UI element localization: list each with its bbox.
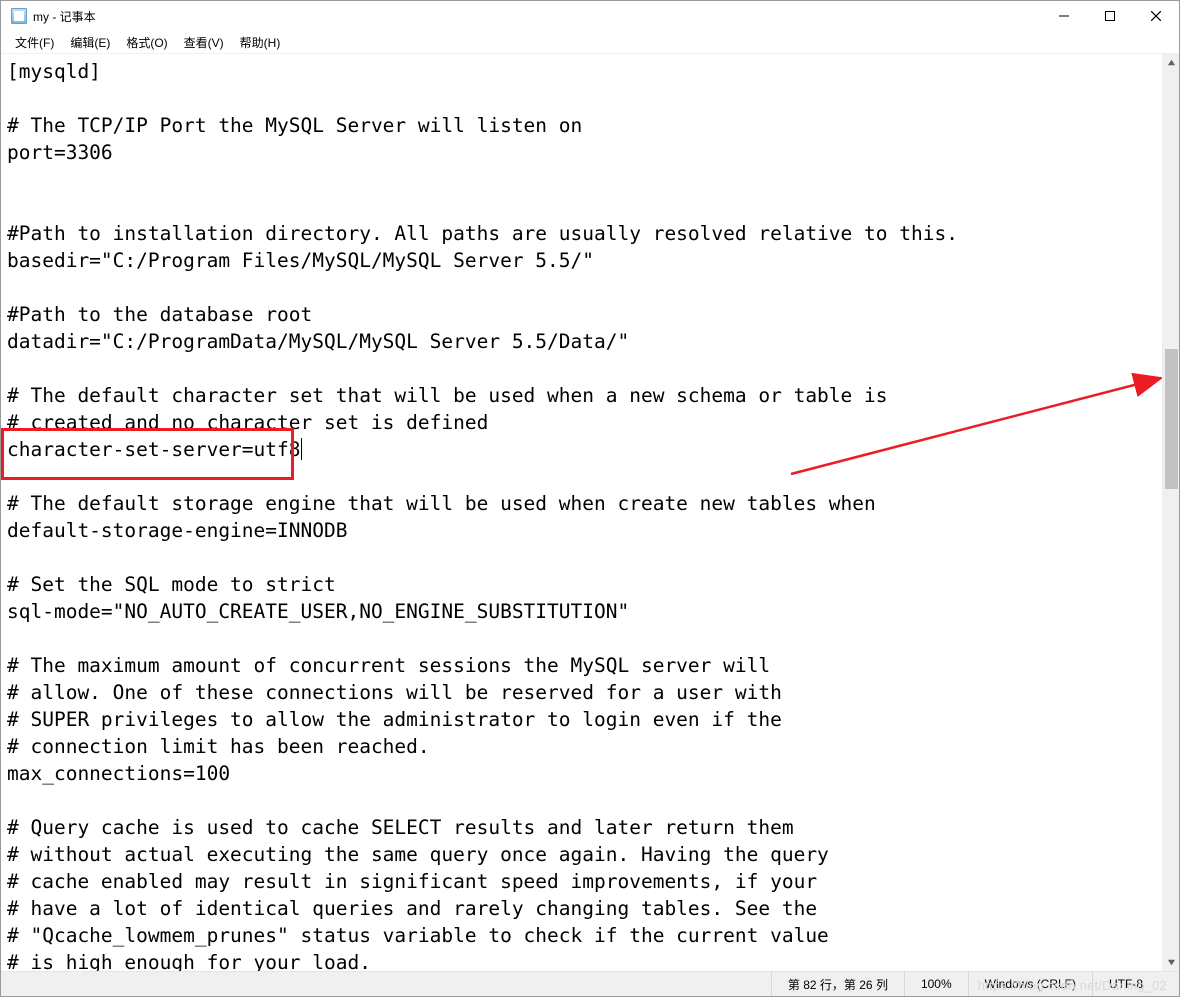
close-button[interactable] [1133, 1, 1179, 31]
window-title: my - 记事本 [33, 8, 96, 25]
scroll-down-button[interactable] [1163, 954, 1179, 971]
window-controls [1041, 1, 1179, 31]
menu-bar: 文件(F) 编辑(E) 格式(O) 查看(V) 帮助(H) [1, 31, 1179, 53]
menu-edit[interactable]: 编辑(E) [62, 32, 118, 53]
menu-format[interactable]: 格式(O) [118, 32, 175, 53]
watermark-text: https://blog.csdn.net/Darling_02 [978, 978, 1167, 993]
text-caret [301, 438, 302, 460]
menu-help[interactable]: 帮助(H) [232, 32, 289, 53]
minimize-button[interactable] [1041, 1, 1087, 31]
status-spacer [1, 972, 772, 996]
scrollbar-thumb[interactable] [1165, 349, 1178, 489]
vertical-scrollbar[interactable] [1162, 54, 1179, 971]
status-zoom: 100% [905, 972, 969, 996]
scroll-up-button[interactable] [1163, 54, 1179, 71]
content-area: [mysqld] # The TCP/IP Port the MySQL Ser… [1, 53, 1179, 971]
notepad-window: my - 记事本 文件(F) 编辑(E) 格式(O) 查看(V) 帮助(H) [… [0, 0, 1180, 997]
annotation-red-box [1, 428, 294, 480]
menu-view[interactable]: 查看(V) [176, 32, 232, 53]
maximize-button[interactable] [1087, 1, 1133, 31]
notepad-app-icon [11, 8, 27, 24]
menu-file[interactable]: 文件(F) [7, 32, 62, 53]
title-bar[interactable]: my - 记事本 [1, 1, 1179, 31]
text-editor[interactable]: [mysqld] # The TCP/IP Port the MySQL Ser… [1, 54, 1163, 971]
status-position: 第 82 行，第 26 列 [772, 972, 905, 996]
